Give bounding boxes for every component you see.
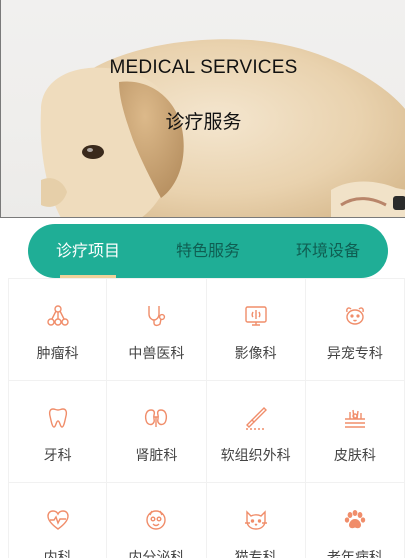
service-label: 内分泌科 [128, 550, 185, 558]
service-label: 肿瘤科 [36, 346, 79, 362]
skin-icon [344, 409, 365, 428]
services-grid: 肿瘤科 中兽医科 影像科 异宠专科 牙科 肾脏科 软组织外科 皮肤科 内科 内分… [8, 278, 405, 558]
service-imaging[interactable]: 影像科 [206, 279, 306, 381]
tab-diagnosis-items[interactable]: 诊疗项目 [28, 224, 148, 278]
service-nephrology[interactable]: 肾脏科 [107, 381, 207, 483]
service-label: 影像科 [234, 346, 277, 362]
service-soft-tissue-surgery[interactable]: 软组织外科 [206, 381, 306, 483]
service-tcvm[interactable]: 中兽医科 [107, 279, 207, 381]
endocrine-icon [146, 510, 167, 530]
service-internal-medicine[interactable]: 内科 [8, 483, 108, 558]
tumor-icon [46, 305, 69, 326]
hero-title: MEDICAL SERVICES [109, 57, 298, 78]
tooth-icon [48, 408, 67, 428]
paw-icon [344, 510, 366, 529]
service-dermatology[interactable]: 皮肤科 [305, 381, 405, 483]
service-tumor[interactable]: 肿瘤科 [8, 279, 108, 381]
service-label: 皮肤科 [333, 448, 376, 464]
tab-environment-equipment[interactable]: 环境设备 [268, 224, 388, 278]
hero-banner: MEDICAL SERVICES 诊疗服务 [0, 0, 405, 218]
exotic-pet-icon [345, 307, 364, 325]
scalpel-icon [245, 407, 267, 430]
kidney-icon [145, 409, 168, 427]
tab-special-services[interactable]: 特色服务 [148, 224, 268, 278]
service-label: 肾脏科 [135, 448, 178, 464]
service-endocrinology[interactable]: 内分泌科 [107, 483, 207, 558]
stethoscope-icon [148, 306, 166, 327]
service-label: 牙科 [43, 448, 72, 464]
service-label: 中兽医科 [128, 346, 185, 362]
service-geriatric[interactable]: 老年病科 [306, 483, 405, 558]
cat-icon [244, 510, 267, 530]
service-dental[interactable]: 牙科 [8, 381, 108, 483]
heart-pulse-icon [46, 510, 69, 530]
service-label: 猫专科 [234, 550, 277, 558]
service-label: 异宠专科 [326, 346, 383, 362]
hero-subtitle: 诊疗服务 [165, 111, 242, 133]
service-label: 软组织外科 [220, 448, 291, 464]
xray-monitor-icon [244, 306, 267, 326]
tab-bar: 诊疗项目 特色服务 环境设备 [28, 224, 388, 278]
service-label: 老年病科 [326, 550, 383, 558]
service-label: 内科 [43, 550, 72, 558]
service-feline[interactable]: 猫专科 [207, 483, 306, 558]
service-exotic-pets[interactable]: 异宠专科 [305, 279, 405, 381]
